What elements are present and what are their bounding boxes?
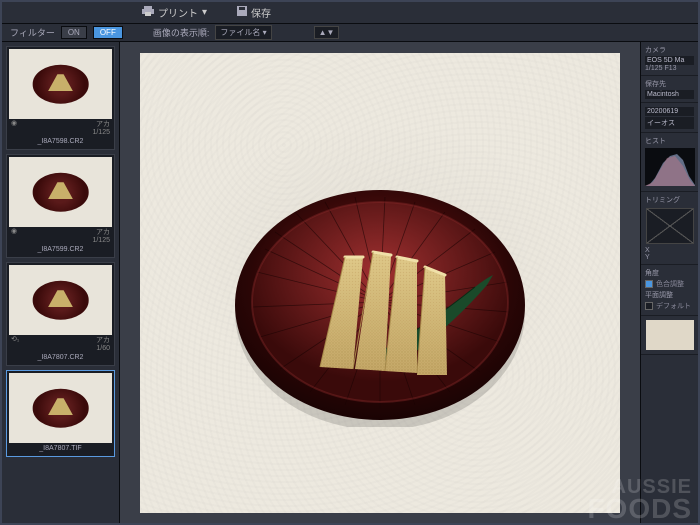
default-checkbox[interactable]: デフォルト: [645, 300, 694, 312]
crop-label: トリミング: [645, 195, 694, 205]
date-value: 20200619: [645, 107, 694, 116]
crop-preview[interactable]: [646, 208, 694, 244]
top-toolbar: プリント ▾ 保存: [2, 2, 698, 24]
eye-icon: ◉: [11, 227, 17, 237]
histogram: [645, 148, 695, 186]
thumbnail-filename: _I8A7807.CR2: [9, 352, 112, 363]
thumbnail-filename: _I8A7807.TIF: [9, 443, 112, 454]
histogram-label: ヒスト: [645, 136, 694, 146]
destination-label: 保存先: [645, 79, 694, 89]
thumbnail-image: [9, 49, 112, 119]
save-button[interactable]: 保存: [237, 5, 271, 20]
camera-value: EOS 5D Ma: [645, 56, 694, 65]
thumbnail-filename: _I8A7599.CR2: [9, 244, 112, 255]
link-icon: ⟲₁: [11, 335, 19, 345]
navigator-thumb[interactable]: [646, 320, 694, 350]
thumbnail-filename: _I8A7598.CR2: [9, 136, 112, 147]
thumbnail-item[interactable]: ◉アカ 1/125 _I8A7599.CR2: [6, 154, 115, 258]
thumbnail-item[interactable]: ◉アカ 1/125 _I8A7598.CR2: [6, 46, 115, 150]
order-dropdown[interactable]: ▲▼: [314, 26, 340, 39]
printer-icon: [142, 6, 154, 19]
thumbnail-panel: ◉アカ 1/125 _I8A7598.CR2 ◉アカ 1/125 _I8A759…: [2, 42, 120, 523]
angle-label: 角度: [645, 268, 694, 278]
print-button[interactable]: プリント ▾: [142, 5, 207, 20]
eye-icon: ◉: [11, 119, 17, 129]
chevron-down-icon: ▾: [202, 7, 207, 18]
mode-value: イーオス: [645, 117, 694, 129]
save-label: 保存: [251, 5, 271, 20]
sort-label: 画像の表示順:: [153, 26, 210, 39]
filter-label: フィルター: [10, 26, 55, 39]
save-icon: [237, 6, 247, 19]
print-label: プリント: [158, 5, 198, 20]
thumbnail-item[interactable]: _I8A7807.TIF: [6, 370, 115, 457]
thumbnail-item[interactable]: ⟲₁アカ 1/60 _I8A7807.CR2: [6, 262, 115, 366]
photo-subject: [225, 157, 535, 427]
filter-on-toggle[interactable]: ON: [61, 26, 87, 39]
image-canvas: [140, 53, 620, 513]
auto-checkbox[interactable]: 色合調整: [645, 278, 694, 290]
thumbnail-image: [9, 373, 112, 443]
camera-label: カメラ: [645, 45, 694, 55]
destination-value: Macintosh: [645, 90, 694, 99]
crop-section: トリミング X Y: [641, 192, 698, 265]
image-viewer[interactable]: [120, 42, 640, 523]
sort-dropdown[interactable]: ファイル名 ▾: [215, 25, 271, 40]
thumbnail-image: [9, 157, 112, 227]
exposure-value: 1/125 F13: [645, 65, 694, 72]
filter-bar: フィルター ON OFF 画像の表示順: ファイル名 ▾ ▲▼: [2, 24, 698, 42]
properties-panel: カメラ EOS 5D Ma 1/125 F13 保存先 Macintosh 20…: [640, 42, 698, 523]
filter-off-toggle[interactable]: OFF: [93, 26, 123, 39]
thumbnail-image: [9, 265, 112, 335]
